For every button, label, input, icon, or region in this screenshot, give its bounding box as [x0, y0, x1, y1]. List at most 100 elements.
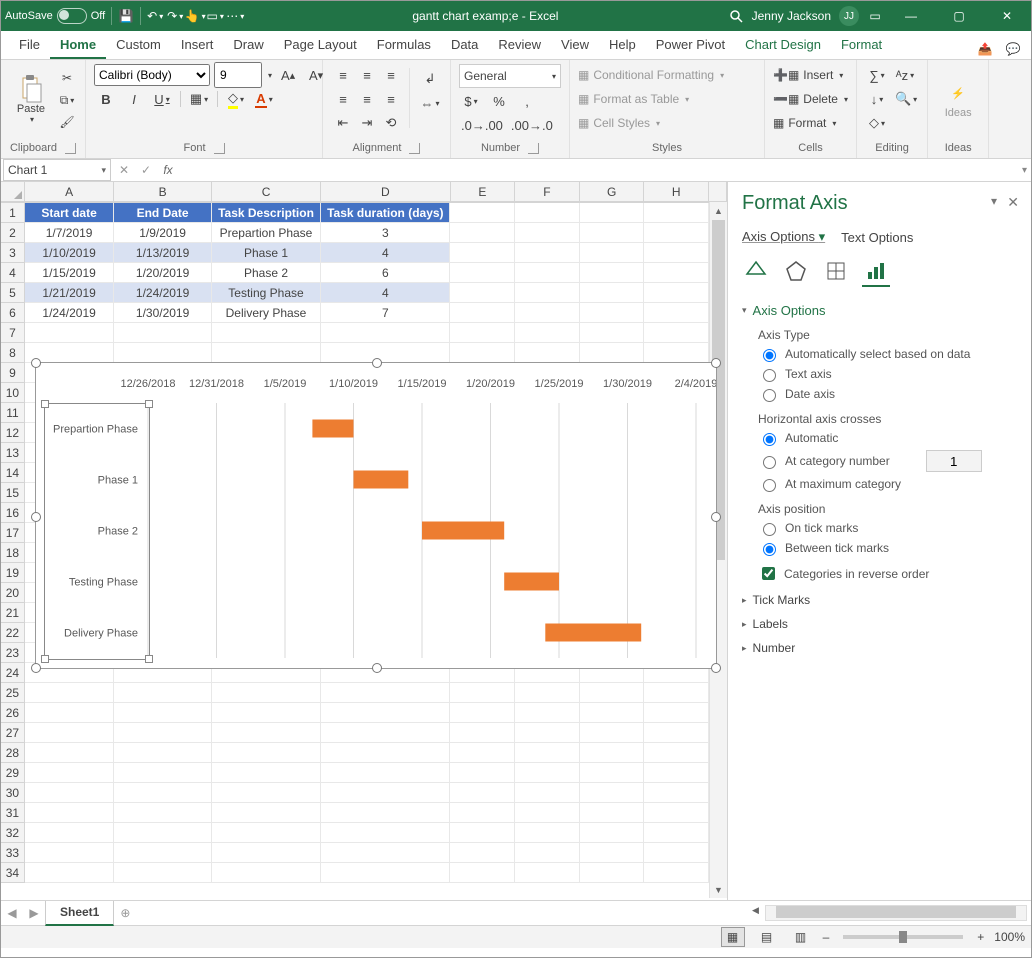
- cell[interactable]: [515, 783, 580, 803]
- cell[interactable]: [644, 243, 709, 263]
- tab-chart-design[interactable]: Chart Design: [735, 31, 831, 59]
- accounting-icon[interactable]: $▾: [459, 90, 483, 112]
- cell[interactable]: [580, 323, 645, 343]
- fill-color-icon[interactable]: ◇▾: [224, 88, 248, 110]
- increase-font-icon[interactable]: A▴: [276, 64, 300, 86]
- align-right-icon[interactable]: ≡: [379, 88, 403, 110]
- fill-line-icon[interactable]: [742, 257, 770, 287]
- font-launcher-icon[interactable]: [214, 143, 225, 154]
- cell[interactable]: [580, 283, 645, 303]
- cell[interactable]: End Date: [114, 203, 211, 223]
- search-icon[interactable]: [728, 8, 744, 24]
- cell[interactable]: [515, 743, 580, 763]
- section-number[interactable]: Number: [742, 641, 1017, 655]
- row-header-23[interactable]: 23: [1, 643, 25, 663]
- row-header-13[interactable]: 13: [1, 443, 25, 463]
- cell[interactable]: [450, 703, 515, 723]
- radio-hac-auto[interactable]: [763, 433, 776, 446]
- cell[interactable]: [515, 683, 580, 703]
- cell[interactable]: [114, 683, 211, 703]
- cell[interactable]: [644, 843, 709, 863]
- hac-automatic[interactable]: Automatic: [758, 430, 1017, 446]
- axis-type-date[interactable]: Date axis: [758, 386, 1017, 402]
- cell[interactable]: [580, 723, 645, 743]
- tab-insert[interactable]: Insert: [171, 31, 224, 59]
- redo-icon[interactable]: ↷▾: [167, 8, 183, 24]
- cell[interactable]: 1/21/2019: [25, 283, 115, 303]
- col-header-H[interactable]: H: [644, 182, 709, 202]
- underline-button[interactable]: U▾: [150, 88, 174, 110]
- cell[interactable]: [212, 703, 321, 723]
- font-color-icon[interactable]: A▾: [252, 88, 276, 110]
- row-header-14[interactable]: 14: [1, 463, 25, 483]
- touch-mode-icon[interactable]: 👆▾: [187, 8, 203, 24]
- percent-icon[interactable]: %: [487, 90, 511, 112]
- comments-icon[interactable]: 💬: [1003, 39, 1023, 59]
- cell[interactable]: [114, 783, 211, 803]
- cell[interactable]: [515, 223, 580, 243]
- axis-type-auto[interactable]: Automatically select based on data: [758, 346, 1017, 362]
- cell[interactable]: [25, 743, 115, 763]
- cancel-formula-icon[interactable]: ✕: [113, 160, 135, 180]
- cell[interactable]: [515, 343, 580, 363]
- horizontal-scrollbar[interactable]: ◀ ▶: [765, 905, 1027, 921]
- axis-options-icon[interactable]: [862, 257, 890, 287]
- ap-on-tick[interactable]: On tick marks: [758, 520, 1017, 536]
- chk-reverse[interactable]: [762, 567, 775, 580]
- cell[interactable]: [321, 783, 450, 803]
- cell[interactable]: [580, 763, 645, 783]
- row-header-29[interactable]: 29: [1, 763, 25, 783]
- pane-tab-text-options[interactable]: Text Options: [841, 230, 913, 245]
- cell[interactable]: [321, 743, 450, 763]
- hac-number-input[interactable]: [926, 450, 982, 472]
- cell[interactable]: Delivery Phase: [212, 303, 321, 323]
- row-header-2[interactable]: 2: [1, 223, 25, 243]
- section-axis-options[interactable]: Axis Options: [742, 303, 1017, 318]
- user-avatar[interactable]: JJ: [839, 6, 859, 26]
- page-break-view-icon[interactable]: ▥: [789, 927, 813, 947]
- cell[interactable]: [321, 863, 450, 883]
- cell[interactable]: Phase 1: [212, 243, 321, 263]
- cell[interactable]: [25, 863, 115, 883]
- hscroll-thumb[interactable]: [776, 906, 1016, 918]
- col-header-B[interactable]: B: [114, 182, 211, 202]
- ribbon-display-icon[interactable]: ▭: [867, 8, 883, 24]
- ideas-button[interactable]: ⚡ Ideas: [936, 64, 980, 134]
- copy-icon[interactable]: ⧉▾: [57, 90, 77, 110]
- alignment-launcher-icon[interactable]: [409, 143, 420, 154]
- cell[interactable]: [644, 803, 709, 823]
- cell[interactable]: [212, 783, 321, 803]
- cell[interactable]: 1/10/2019: [25, 243, 115, 263]
- cell[interactable]: [580, 843, 645, 863]
- cell[interactable]: Testing Phase: [212, 283, 321, 303]
- cell[interactable]: [644, 303, 709, 323]
- bold-button[interactable]: B: [94, 88, 118, 110]
- cell[interactable]: [321, 803, 450, 823]
- row-header-31[interactable]: 31: [1, 803, 25, 823]
- conditional-formatting-button[interactable]: ▦ Conditional Formatting▾: [578, 64, 724, 86]
- cell[interactable]: [321, 323, 450, 343]
- row-header-19[interactable]: 19: [1, 563, 25, 583]
- cell[interactable]: [212, 763, 321, 783]
- cell[interactable]: [321, 343, 450, 363]
- radio-ap-on[interactable]: [763, 523, 776, 536]
- cell[interactable]: [580, 743, 645, 763]
- cell[interactable]: [25, 803, 115, 823]
- align-center-icon[interactable]: ≡: [355, 88, 379, 110]
- cell[interactable]: [25, 823, 115, 843]
- name-box[interactable]: Chart 1: [3, 159, 111, 181]
- cell[interactable]: [580, 243, 645, 263]
- cell[interactable]: 1/9/2019: [114, 223, 211, 243]
- cell[interactable]: [25, 843, 115, 863]
- cell[interactable]: [25, 683, 115, 703]
- formula-expand-icon[interactable]: ▾: [1022, 165, 1027, 176]
- tab-custom[interactable]: Custom: [106, 31, 171, 59]
- find-select-icon[interactable]: 🔍▾: [893, 88, 919, 110]
- align-middle-icon[interactable]: ≡: [355, 64, 379, 86]
- pane-close-icon[interactable]: ✕: [1007, 194, 1019, 211]
- format-painter-icon[interactable]: 🖌: [57, 112, 77, 132]
- normal-view-icon[interactable]: ▦: [721, 927, 745, 947]
- decrease-decimal-icon[interactable]: .00→.0: [509, 114, 555, 136]
- cell[interactable]: 1/24/2019: [114, 283, 211, 303]
- cell[interactable]: [450, 283, 515, 303]
